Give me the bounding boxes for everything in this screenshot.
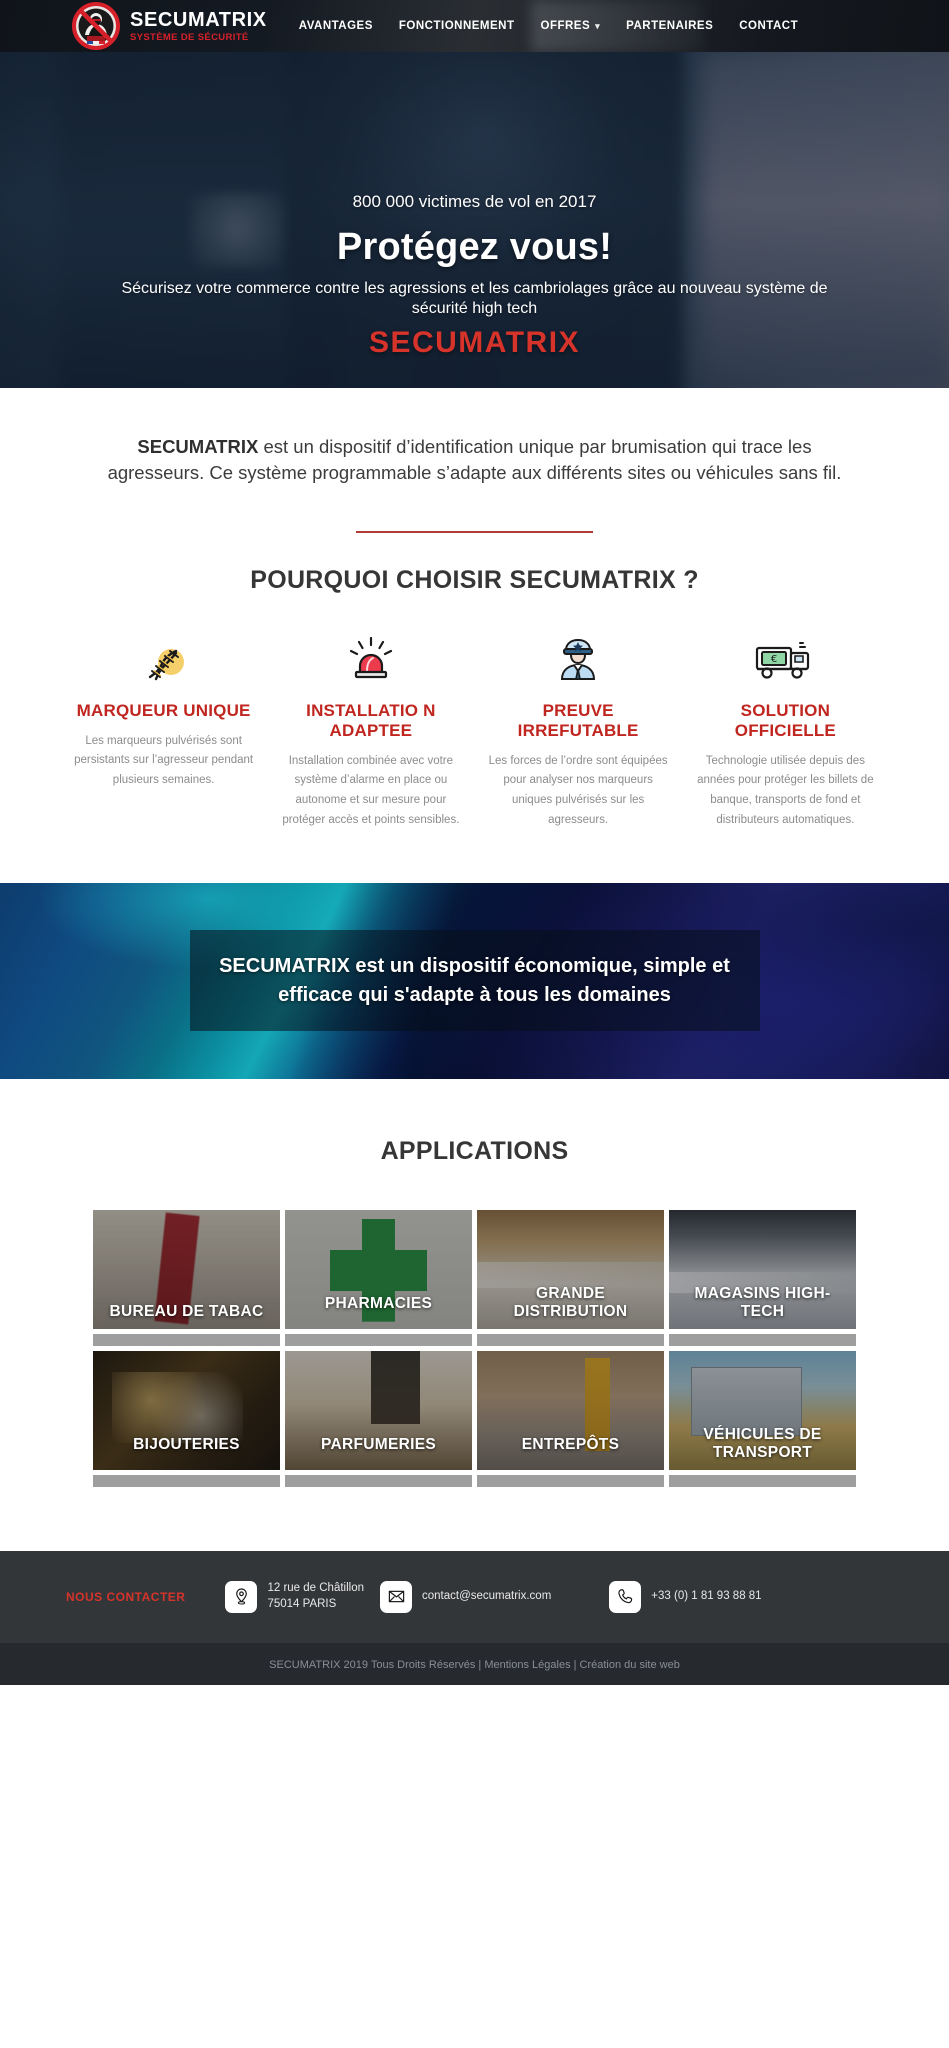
chevron-down-icon: ▾ xyxy=(595,20,601,31)
banner-text-box: SECUMATRIX est un dispositif économique,… xyxy=(189,930,760,1032)
phone-text: +33 (0) 1 81 93 88 81 xyxy=(651,1589,762,1602)
feature-title: SOLUTION OFFICIELLE xyxy=(734,700,836,740)
hero-brand-word: SECUMATRIX xyxy=(368,325,581,359)
tile-label: ENTREPÔTS xyxy=(521,1436,620,1454)
feature-body: Les marqueurs pulvérisés sont persistant… xyxy=(74,734,254,787)
applications-grid: BUREAU DE TABAC PHARMACIES GRANDE DISTRI… xyxy=(0,1166,949,1487)
application-tile-magasins-high-tech[interactable]: MAGASINS HIGH-TECH xyxy=(669,1209,856,1329)
tile-row-separator xyxy=(285,1474,472,1487)
feature-card: INSTALLATIO N ADAPTEE Installation combi… xyxy=(267,635,474,831)
nav-item-label: AVANTAGES xyxy=(298,20,373,32)
tile-row-separator xyxy=(93,1474,280,1487)
application-tile-entrepots[interactable]: ENTREPÔTS xyxy=(477,1350,664,1470)
police-officer-icon xyxy=(489,635,668,683)
feature-body: Installation combinée avec votre système… xyxy=(282,754,460,826)
nav-item-fonctionnement[interactable]: FONCTIONNEMENT xyxy=(399,20,515,32)
tile-row-separator xyxy=(285,1333,472,1346)
hero-title: Protégez vous! xyxy=(336,226,613,268)
envelope-icon xyxy=(380,1580,412,1613)
hero-section: 800 000 victimes de vol en 2017 Protégez… xyxy=(0,52,949,388)
brand-name: SECUMATRIX xyxy=(130,8,267,31)
alarm-siren-icon xyxy=(281,635,460,683)
application-tile-grande-distribution[interactable]: GRANDE DISTRIBUTION xyxy=(477,1209,664,1329)
section-divider xyxy=(356,530,593,533)
application-tile-parfumeries[interactable]: PARFUMERIES xyxy=(285,1350,472,1470)
nav-item-label: OFFRES xyxy=(540,20,591,32)
map-pin-icon xyxy=(225,1580,258,1613)
brand-tagline: SYSTÈME DE SÉCURITÉ xyxy=(130,31,249,43)
contact-phone[interactable]: +33 (0) 1 81 93 88 81 xyxy=(609,1580,762,1613)
feature-card: PREUVE IRREFUTABLE Les forces de l’ordre… xyxy=(475,635,682,831)
email-text: contact@secumatrix.com xyxy=(422,1589,552,1602)
feature-title: PREUVE IRREFUTABLE xyxy=(517,700,639,740)
svg-text:€: € xyxy=(771,654,777,665)
main-navigation: AVANTAGES FONCTIONNEMENT OFFRES ▾ PARTEN… xyxy=(299,20,798,32)
tile-row-separator xyxy=(669,1333,856,1346)
application-tile-bijouteries[interactable]: BIJOUTERIES xyxy=(93,1350,280,1470)
intro-paragraph: SECUMATRIX est un dispositif d’identific… xyxy=(100,434,849,487)
contact-address[interactable]: 12 rue de Châtillon 75014 PARIS xyxy=(225,1580,364,1613)
nav-item-partenaires[interactable]: PARTENAIRES xyxy=(626,20,713,32)
copyright-text[interactable]: SECUMATRIX 2019 Tous Droits Réservés | M… xyxy=(269,1659,680,1671)
feature-body: Les forces de l’ordre sont équipées pour… xyxy=(488,754,668,826)
feature-card: MARQUEUR UNIQUE Les marqueurs pulvérisés… xyxy=(60,635,267,791)
nav-item-avantages[interactable]: AVANTAGES xyxy=(299,20,373,32)
tile-row-separator xyxy=(477,1474,664,1487)
phone-icon xyxy=(609,1580,642,1613)
tile-label: BUREAU DE TABAC xyxy=(109,1303,264,1321)
application-tile-pharmacies[interactable]: PHARMACIES xyxy=(285,1209,472,1329)
contact-heading: NOUS CONTACTER xyxy=(66,1589,186,1604)
nav-item-offres[interactable]: OFFRES ▾ xyxy=(541,20,601,32)
armored-money-truck-icon: € xyxy=(696,635,875,683)
brand-logo-link[interactable]: SECUMATRIX SYSTÈME DE SÉCURITÉ xyxy=(72,2,267,50)
tile-label: PARFUMERIES xyxy=(321,1436,436,1454)
tile-row-separator xyxy=(93,1333,280,1346)
intro-brand-bold: SECUMATRIX xyxy=(137,436,259,457)
hero-kicker: 800 000 victimes de vol en 2017 xyxy=(352,192,597,211)
tile-label: GRANDE DISTRIBUTION xyxy=(513,1285,628,1321)
tile-row-separator xyxy=(669,1474,856,1487)
site-header: SECUMATRIX SYSTÈME DE SÉCURITÉ AVANTAGES… xyxy=(0,0,949,52)
promo-banner: SECUMATRIX est un dispositif économique,… xyxy=(0,882,949,1079)
site-footer: NOUS CONTACTER 12 rue de Châtillon 75014… xyxy=(0,1550,949,1643)
applications-title: APPLICATIONS xyxy=(380,1136,569,1165)
nav-item-label: PARTENAIRES xyxy=(626,20,714,32)
tile-row-separator xyxy=(477,1333,664,1346)
tile-label: MAGASINS HIGH-TECH xyxy=(694,1285,831,1321)
contact-email[interactable]: contact@secumatrix.com xyxy=(380,1580,552,1613)
dna-helix-icon xyxy=(74,635,253,683)
nav-item-label: FONCTIONNEMENT xyxy=(398,20,515,32)
banner-text: SECUMATRIX est un dispositif économique,… xyxy=(219,955,730,1006)
feature-title: INSTALLATIO N ADAPTEE xyxy=(306,700,436,740)
address-text: 12 rue de Châtillon 75014 PARIS xyxy=(267,1582,364,1610)
application-tile-bureau-de-tabac[interactable]: BUREAU DE TABAC xyxy=(93,1209,280,1329)
copyright-bar: SECUMATRIX 2019 Tous Droits Réservés | M… xyxy=(0,1642,949,1685)
nav-item-contact[interactable]: CONTACT xyxy=(739,20,798,32)
application-tile-vehicules-de-transport[interactable]: VÉHICULES DE TRANSPORT xyxy=(669,1350,856,1470)
feature-body: Technologie utilisée depuis des années p… xyxy=(697,754,874,826)
tile-label: PHARMACIES xyxy=(324,1295,433,1313)
tile-label: VÉHICULES DE TRANSPORT xyxy=(703,1426,822,1462)
features-row: MARQUEUR UNIQUE Les marqueurs pulvérisés… xyxy=(0,595,949,831)
tile-label: BIJOUTERIES xyxy=(133,1436,240,1454)
hero-subtitle: Sécurisez votre commerce contre les agre… xyxy=(121,280,828,318)
intro-section: SECUMATRIX est un dispositif d’identific… xyxy=(0,388,949,533)
nav-item-label: CONTACT xyxy=(739,20,799,32)
why-section-title: POURQUOI CHOISIR SECUMATRIX ? xyxy=(250,565,699,594)
no-burglar-icon xyxy=(72,2,120,50)
feature-card: € SOLUTION OFFICIELLE Technologie utilis… xyxy=(682,635,889,831)
feature-title: MARQUEUR UNIQUE xyxy=(76,700,251,720)
